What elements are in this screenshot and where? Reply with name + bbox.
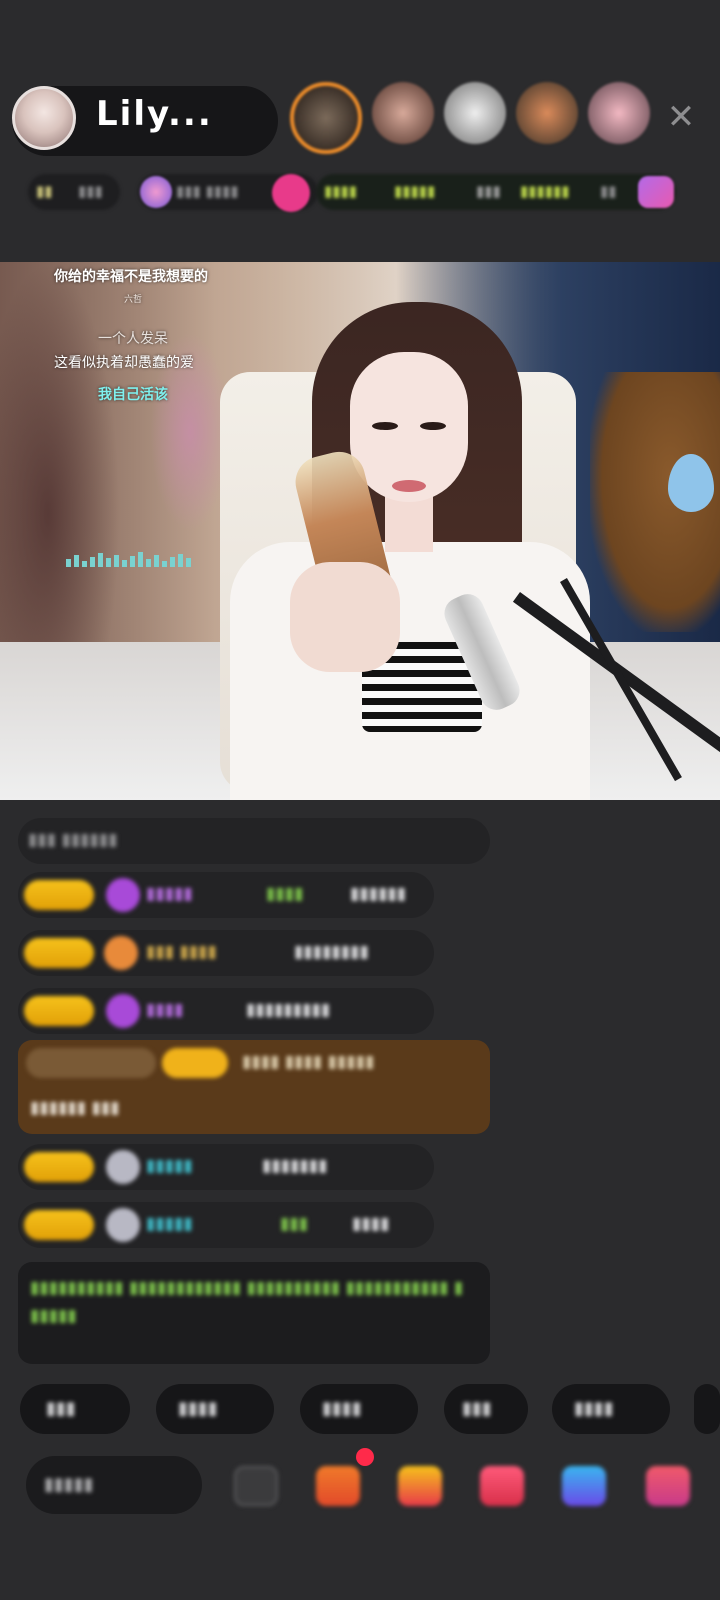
activity-badge-label-3: ▮▮▮ (476, 182, 501, 200)
chat-username[interactable]: ▮▮▮▮▮ (146, 884, 193, 904)
activity-badge-label-5: ▮▮ (600, 182, 617, 200)
chat-username[interactable]: ▮▮▮▮ (146, 1000, 183, 1020)
activity-badge-label-2: ▮▮▮▮▮ (394, 182, 436, 200)
medal-icon (104, 936, 138, 970)
chat-text: ▮▮▮▮▮▮▮▮ (294, 942, 369, 962)
host-avatar[interactable] (12, 86, 76, 150)
activity-badge-label-4: ▮▮▮▮▮▮ (520, 182, 570, 200)
chat-input[interactable]: ▮▮▮▮▮ (26, 1456, 202, 1514)
treasure-chest-icon[interactable] (398, 1466, 442, 1506)
lyric-line-4: 我自己活该 (98, 387, 168, 403)
avatar-icon (106, 1150, 140, 1184)
pink-circle-icon[interactable] (272, 174, 310, 212)
fan-avatar-3[interactable] (444, 82, 506, 144)
chat-text: ▮▮▮▮▮▮▮ (262, 1156, 328, 1176)
level-badge (24, 938, 94, 968)
hot-badge-label: ▮▮▮ ▮▮▮▮ (176, 182, 239, 200)
level-badge (24, 996, 94, 1026)
lyric-line-1: 你给的幸福不是我想要的 (54, 269, 208, 285)
close-icon[interactable]: ✕ (664, 100, 698, 134)
rank-badge-label: ▮▮ (36, 182, 53, 200)
hands (290, 562, 400, 672)
avatar-icon (106, 1208, 140, 1242)
quick-reply-chip[interactable]: ▮▮▮▮ (552, 1384, 670, 1434)
system-message[interactable]: ▮▮▮▮ ▮▮▮▮ ▮▮▮▮▮ ▮▮▮▮▮▮ ▮▮▮ (18, 1040, 490, 1134)
diamond-icon (106, 994, 140, 1028)
chat-message[interactable]: ▮▮▮▮▮ ▮▮▮▮ ▮▮▮▮▮▮ (18, 872, 434, 918)
lyric-artist: 六哲 (124, 295, 143, 305)
badge-row: ▮▮ ▮▮▮ ▮▮▮ ▮▮▮▮ ▮▮▮▮ ▮▮▮▮▮ ▮▮▮ ▮▮▮▮▮▮ ▮▮ (28, 174, 700, 218)
purple-gift-icon[interactable] (638, 176, 674, 208)
chat-top-text: ▮▮▮ ▮▮▮▮▮▮ (28, 830, 118, 850)
lips (392, 480, 426, 492)
quick-reply-chip-partial[interactable] (694, 1384, 720, 1434)
more-icon[interactable] (646, 1466, 690, 1506)
chat-mention: ▮▮▮▮ (266, 884, 304, 904)
lyric-line-2: 一个人发呆 (98, 331, 168, 347)
chat-mention: ▮▮▮ (280, 1214, 309, 1234)
notice-text: ▮▮▮▮▮▮▮▮▮▮ ▮▮▮▮▮▮▮▮▮▮▮▮ ▮▮▮▮▮▮▮▮▮▮ ▮▮▮▮▮… (30, 1278, 464, 1326)
quick-reply-label: ▮▮▮ (462, 1398, 492, 1419)
level-badge (162, 1048, 228, 1078)
lyric-line-3: 这看似执着却愚蠢的爱 (54, 355, 194, 371)
quick-reply-label: ▮▮▮ (46, 1398, 76, 1419)
eye-left (372, 422, 398, 430)
level-badge (24, 880, 94, 910)
notice-message: ▮▮▮▮▮▮▮▮▮▮ ▮▮▮▮▮▮▮▮▮▮▮▮ ▮▮▮▮▮▮▮▮▮▮ ▮▮▮▮▮… (18, 1262, 490, 1364)
chat-message[interactable]: ▮▮▮▮ ▮▮▮▮▮▮▮▮▮ (18, 988, 434, 1034)
chat-message[interactable]: ▮▮▮▮▮ ▮▮▮▮▮▮▮ (18, 1144, 434, 1190)
quick-reply-label: ▮▮▮▮ (178, 1398, 218, 1419)
game-icon[interactable] (562, 1466, 606, 1506)
system-text-line1: ▮▮▮▮ ▮▮▮▮ ▮▮▮▮▮ (242, 1052, 375, 1072)
chat-input-placeholder: ▮▮▮▮▮ (44, 1474, 94, 1495)
system-text-line2: ▮▮▮▮▮▮ ▮▮▮ (30, 1098, 120, 1118)
quick-reply-chip[interactable]: ▮▮▮ (444, 1384, 528, 1434)
audio-visualizer (66, 548, 206, 568)
chat-text: ▮▮▮▮▮▮ (350, 884, 407, 904)
emoji-icon[interactable] (234, 1466, 278, 1506)
chat-message[interactable]: ▮▮▮▮▮ ▮▮▮ ▮▮▮▮ (18, 1202, 434, 1248)
fan-avatar-1[interactable] (290, 82, 362, 154)
fan-avatar-4[interactable] (516, 82, 578, 144)
fan-avatar-2[interactable] (372, 82, 434, 144)
activity-badge-label-1: ▮▮▮▮ (324, 182, 358, 200)
chat-message[interactable]: ▮▮▮ ▮▮▮▮ ▮▮▮▮▮▮▮▮ (18, 930, 434, 976)
plant (0, 262, 120, 682)
chat-username[interactable]: ▮▮▮▮▮ (146, 1156, 193, 1176)
quick-reply-chip[interactable]: ▮▮▮▮ (156, 1384, 274, 1434)
quick-reply-chip[interactable]: ▮▮▮ (20, 1384, 130, 1434)
host-name[interactable]: Lily... (96, 94, 213, 134)
vip-badge (26, 1048, 156, 1078)
chat-text: ▮▮▮▮ (352, 1214, 390, 1234)
quick-reply-label: ▮▮▮▮ (574, 1398, 614, 1419)
top-fans-list (290, 82, 650, 162)
hot-badge-icon (140, 176, 172, 208)
diamond-icon (106, 878, 140, 912)
chat-message-top[interactable]: ▮▮▮ ▮▮▮▮▮▮ (18, 818, 490, 864)
chat-text: ▮▮▮▮▮▮▮▮▮ (246, 1000, 331, 1020)
fan-avatar-5[interactable] (588, 82, 650, 144)
notification-dot (356, 1448, 374, 1466)
chat-username[interactable]: ▮▮▮ ▮▮▮▮ (146, 942, 217, 962)
gift-box-icon[interactable] (316, 1466, 360, 1506)
quick-reply-chip[interactable]: ▮▮▮▮ (300, 1384, 418, 1434)
level-badge (24, 1210, 94, 1240)
chat-username[interactable]: ▮▮▮▮▮ (146, 1214, 193, 1234)
eye-right (420, 422, 446, 430)
rank-badge-value: ▮▮▮ (78, 182, 103, 200)
level-badge (24, 1152, 94, 1182)
pk-icon[interactable] (480, 1466, 524, 1506)
quick-reply-label: ▮▮▮▮ (322, 1398, 362, 1419)
